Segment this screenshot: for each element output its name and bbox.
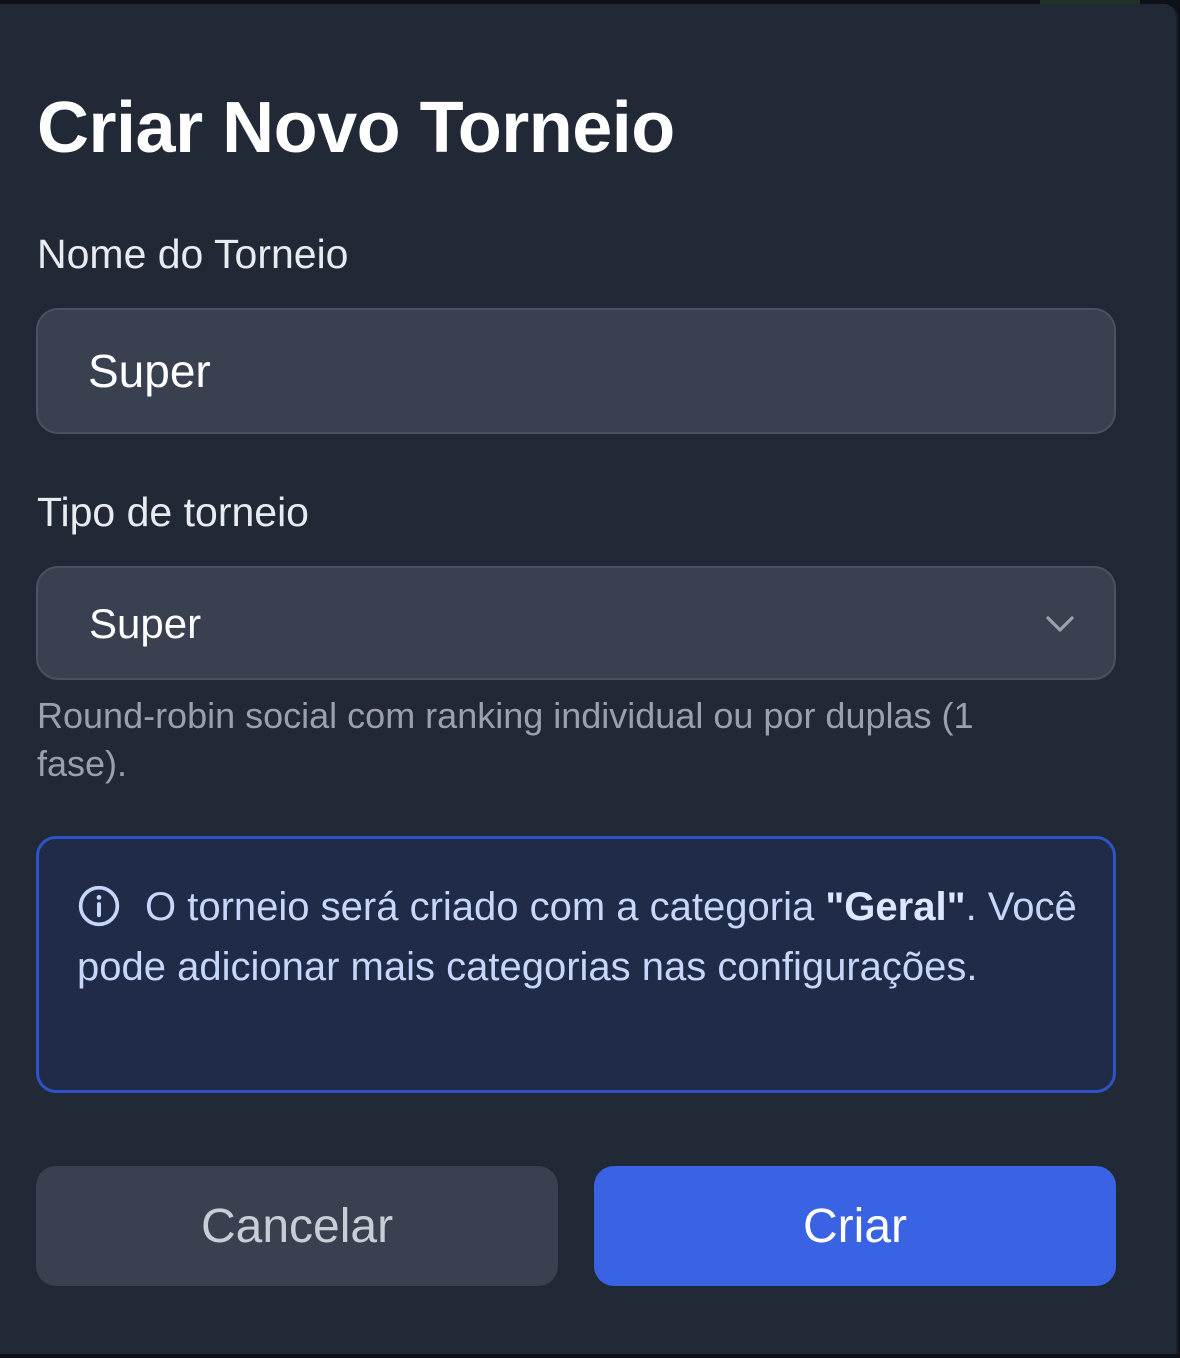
info-circle-icon xyxy=(78,885,120,927)
tournament-type-select[interactable]: Super xyxy=(36,566,1116,680)
info-category-name: "Geral" xyxy=(825,885,966,929)
chevron-down-icon xyxy=(1046,616,1074,632)
tournament-type-label: Tipo de torneio xyxy=(37,489,309,535)
create-button[interactable]: Criar xyxy=(594,1166,1116,1286)
create-tournament-modal: Criar Novo Torneio Nome do Torneio Tipo … xyxy=(0,4,1178,1354)
modal-title: Criar Novo Torneio xyxy=(37,88,675,168)
tournament-name-label: Nome do Torneio xyxy=(37,231,349,277)
cancel-button[interactable]: Cancelar xyxy=(36,1166,558,1286)
info-notice: O torneio será criado com a categoria "G… xyxy=(36,836,1116,1093)
tournament-type-selected-value: Super xyxy=(89,600,202,647)
info-notice-text: O torneio será criado com a categoria "G… xyxy=(77,877,1087,997)
tournament-name-input[interactable] xyxy=(36,308,1116,434)
info-text-before: O torneio será criado com a categoria xyxy=(145,885,826,929)
tournament-type-helper-text: Round-robin social com ranking individua… xyxy=(37,695,974,784)
